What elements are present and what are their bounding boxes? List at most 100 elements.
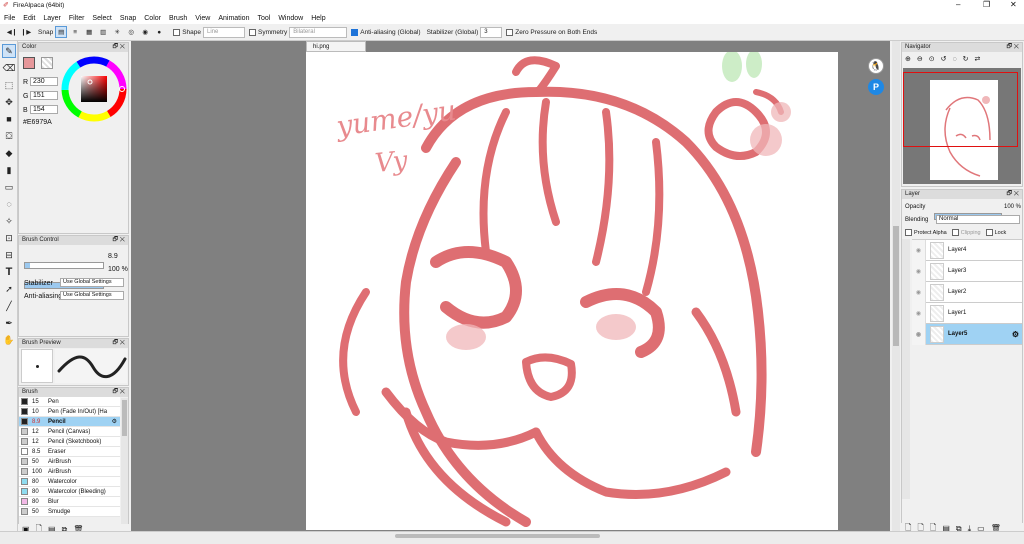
shape-checkbox[interactable] [173,28,181,36]
flip-icon[interactable]: ⇄ [975,55,981,63]
g-field[interactable]: 151 [30,91,58,100]
menu-color[interactable]: Color [144,15,161,22]
snap-off-icon[interactable]: ▤ [55,26,68,38]
symmetry-select[interactable]: Bilateral [289,26,348,38]
gradient-tool-icon[interactable]: ▮ [2,163,16,177]
navigator-preview[interactable] [903,68,1021,184]
brush-item[interactable]: 12 Pencil (Canvas) [19,427,120,437]
menu-snap[interactable]: Snap [120,15,136,22]
eyedropper-tool-icon[interactable]: ✒ [2,316,16,330]
bucket-tool-icon[interactable]: ⛋ [2,129,16,143]
panel-close-icon[interactable]: 🗗 ✕ [113,236,126,245]
clipping-checkbox[interactable] [951,229,959,236]
antialias-checkbox[interactable] [351,28,359,36]
snap-radial-icon[interactable]: ✳ [111,26,123,38]
zoom-out-icon[interactable]: ⊖ [917,55,923,63]
visibility-icon[interactable]: ◉ [912,281,926,303]
brush-item[interactable]: 8.9 Pencil ⚙ [19,417,120,427]
snap-circle-icon[interactable]: ◎ [125,26,137,38]
fill-tool-icon[interactable]: ◆ [2,146,16,160]
canvas-horizontal-scrollbar[interactable] [395,534,600,538]
prev-frame-icon[interactable]: ◀❙ [6,26,18,38]
gear-icon[interactable]: ⚙ [1012,330,1019,339]
document-canvas[interactable]: yume/yu Vy [306,52,838,530]
close-icon[interactable]: ✕ [1010,0,1017,9]
eraser-tool-icon[interactable]: ⌫ [2,61,16,75]
menu-select[interactable]: Select [92,15,111,22]
snap-parallel-icon[interactable]: ≡ [69,26,81,38]
menu-tool[interactable]: Tool [257,15,270,22]
brush-item[interactable]: 50 Smudge [19,507,120,517]
visibility-icon[interactable]: ◉ [912,239,926,261]
maximize-icon[interactable]: ❐ [983,0,990,9]
canvas-vertical-scrollbar[interactable] [892,41,900,531]
lock-checkbox[interactable] [985,229,993,236]
menu-view[interactable]: View [195,15,210,22]
primary-color-swatch[interactable] [23,57,35,69]
brush-item[interactable]: 8.5 Eraser [19,447,120,457]
brush-item[interactable]: 80 Watercolor [19,477,120,487]
brush-item[interactable]: 15 Pen [19,397,120,407]
zoom-fit-icon[interactable]: ⊙ [929,55,935,63]
menu-brush[interactable]: Brush [169,15,187,22]
navigator-viewport[interactable] [903,72,1018,147]
brush-item[interactable]: 50 AirBrush [19,457,120,467]
snap-crisscross-icon[interactable]: ▦ [83,26,95,38]
blending-select[interactable]: Normal [936,215,1020,224]
secondary-color-swatch[interactable] [41,57,53,69]
layer-list-scrollbar[interactable] [902,239,910,499]
select-pen-icon[interactable]: ⊡ [2,231,16,245]
zoom-in-icon[interactable]: ⊕ [905,55,911,63]
scrollbar-thumb[interactable] [893,226,899,346]
brush-item[interactable]: 12 Pencil (Sketchbook) [19,437,120,447]
rotate-right-icon[interactable]: ↻ [963,55,969,63]
panel-close-icon[interactable]: 🗗 ✕ [113,388,126,397]
brush-item[interactable]: 80 Blur [19,497,120,507]
r-field[interactable]: 230 [30,77,58,86]
brush-list-scrollbar[interactable] [121,398,128,526]
brush-antialias-select[interactable]: Use Global Settings [60,291,124,300]
minimize-icon[interactable]: – [956,0,960,9]
menu-edit[interactable]: Edit [23,15,35,22]
document-tab[interactable]: hi.png [306,41,366,52]
panel-close-icon[interactable]: 🗗 ✕ [1007,43,1020,52]
menu-layer[interactable]: Layer [43,15,61,22]
stabilizer-select[interactable]: 3 [480,26,503,38]
brush-item[interactable]: 100 AirBrush [19,467,120,477]
brush-stabilizer-select[interactable]: Use Global Settings [60,278,124,287]
zero-pressure-checkbox[interactable] [506,28,514,36]
brush-item[interactable]: 80 Watercolor (Bleeding) [19,487,120,497]
protect-alpha-checkbox[interactable] [905,229,912,236]
menu-help[interactable]: Help [311,15,325,22]
b-field[interactable]: 154 [30,105,58,114]
visibility-icon[interactable]: ◉ [912,302,926,324]
panel-close-icon[interactable]: 🗗 ✕ [1007,190,1020,199]
fill-rect-icon[interactable]: ■ [2,112,16,126]
layer-row[interactable]: ◉ Layer2 [912,281,1022,303]
lasso-tool-icon[interactable]: ◌ [2,197,16,211]
alpaca-icon[interactable]: 🐧 [868,58,884,74]
share-icon[interactable]: P [868,79,884,95]
visibility-icon[interactable]: ◉ [912,260,926,282]
layer-row[interactable]: ◉ Layer1 [912,302,1022,324]
symmetry-checkbox[interactable] [248,28,256,36]
dot-tool-icon[interactable]: ⬚ [2,78,16,92]
snap-curve-icon[interactable]: ◉ [139,26,151,38]
select-rect-icon[interactable]: ▭ [2,180,16,194]
color-wheel[interactable] [61,56,127,122]
brush-size-slider[interactable] [24,262,104,269]
menu-animation[interactable]: Animation [218,15,249,22]
magic-wand-icon[interactable]: ✧ [2,214,16,228]
menu-file[interactable]: File [4,15,15,22]
select-eraser-icon[interactable]: ⊟ [2,248,16,262]
rotate-left-icon[interactable]: ↺ [941,55,947,63]
shape-select[interactable]: Line [202,26,245,38]
brush-tool-icon[interactable]: ✎ [2,44,16,58]
hand-tool-icon[interactable]: ✋ [2,333,16,347]
layer-row[interactable]: ◉ Layer4 [912,239,1022,261]
text-tool-icon[interactable]: T [2,265,16,279]
hex-value[interactable]: #E6979A [23,119,52,126]
layer-row[interactable]: ◉ Layer5 ⚙ [912,323,1022,345]
menu-filter[interactable]: Filter [69,15,85,22]
scrollbar-thumb[interactable] [122,400,127,436]
